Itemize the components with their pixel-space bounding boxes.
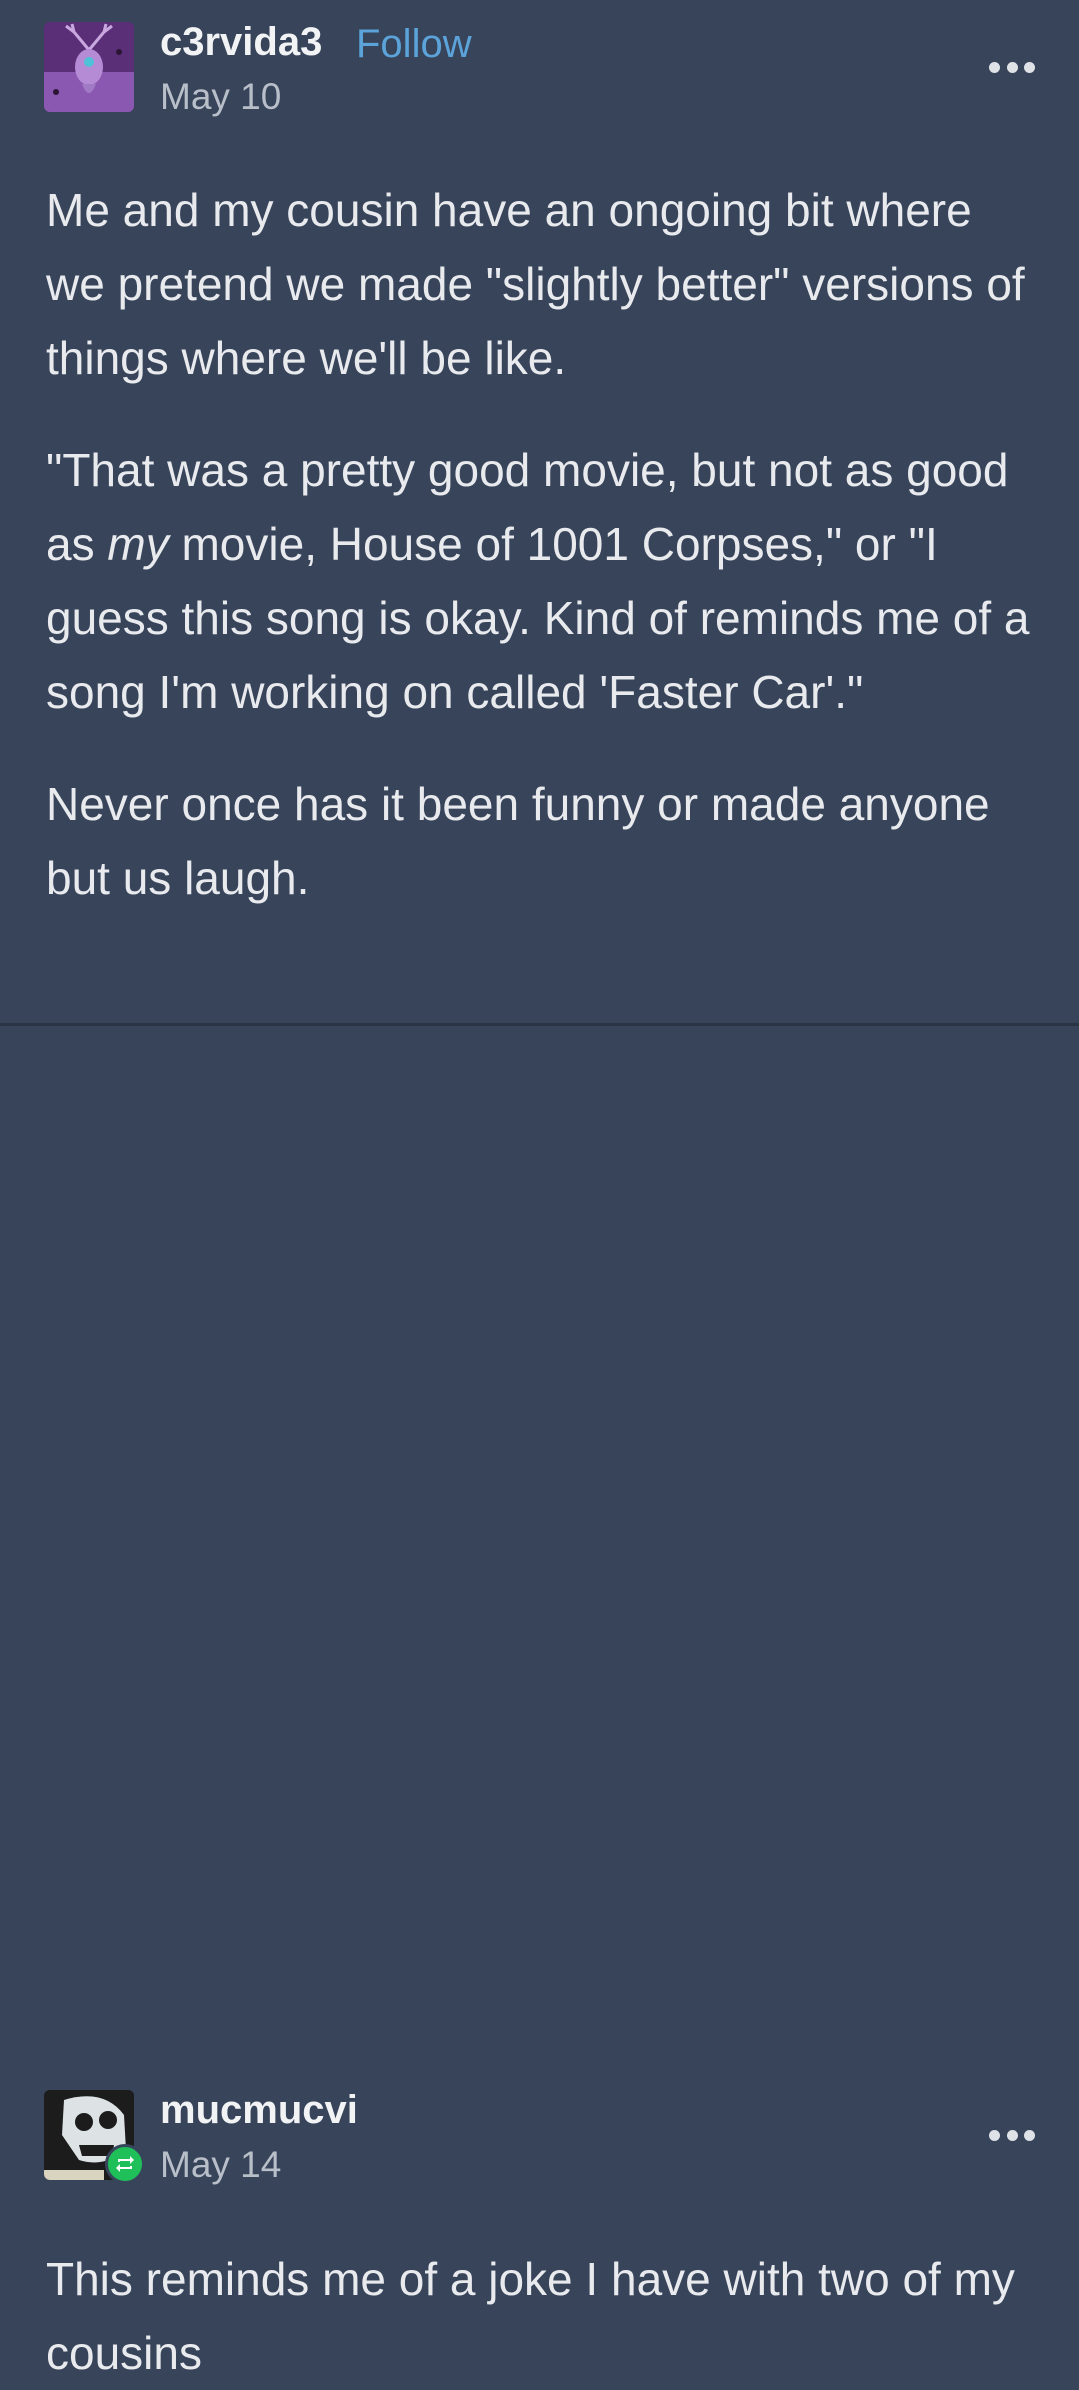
paragraph-2-end: movie, House of 1001 Corpses," or "I gue… <box>46 518 1030 718</box>
post-body: Me and my cousin have an ongoing bit whe… <box>46 173 1039 915</box>
post-body: This reminds me of a joke I have with tw… <box>46 2242 1039 2390</box>
post-date: May 14 <box>160 2144 282 2185</box>
username[interactable]: c3rvida3 <box>160 20 322 65</box>
deer-avatar-icon <box>44 22 134 112</box>
emphasis-my: my <box>107 518 169 570</box>
more-options-icon[interactable] <box>989 60 1035 74</box>
more-options-icon[interactable] <box>989 2128 1035 2142</box>
paragraph-1: Me and my cousin have an ongoing bit whe… <box>46 184 1025 384</box>
follow-button[interactable]: Follow <box>356 22 472 67</box>
avatar-c3rvida3[interactable] <box>44 22 134 112</box>
post-divider <box>0 1023 1079 1026</box>
username[interactable]: mucmucvi <box>160 2088 358 2133</box>
post-c3rvida3: c3rvida3 Follow May 10 Me and my cousin … <box>0 0 1079 1024</box>
reblog-icon <box>105 2144 145 2184</box>
post-date: May 10 <box>160 76 282 117</box>
paragraph-3: Never once has it been funny or made any… <box>46 778 990 904</box>
paragraph-2: "That was a pretty good movie, but not a… <box>46 433 1039 729</box>
paragraph-1: This reminds me of a joke I have with tw… <box>46 2253 1015 2379</box>
